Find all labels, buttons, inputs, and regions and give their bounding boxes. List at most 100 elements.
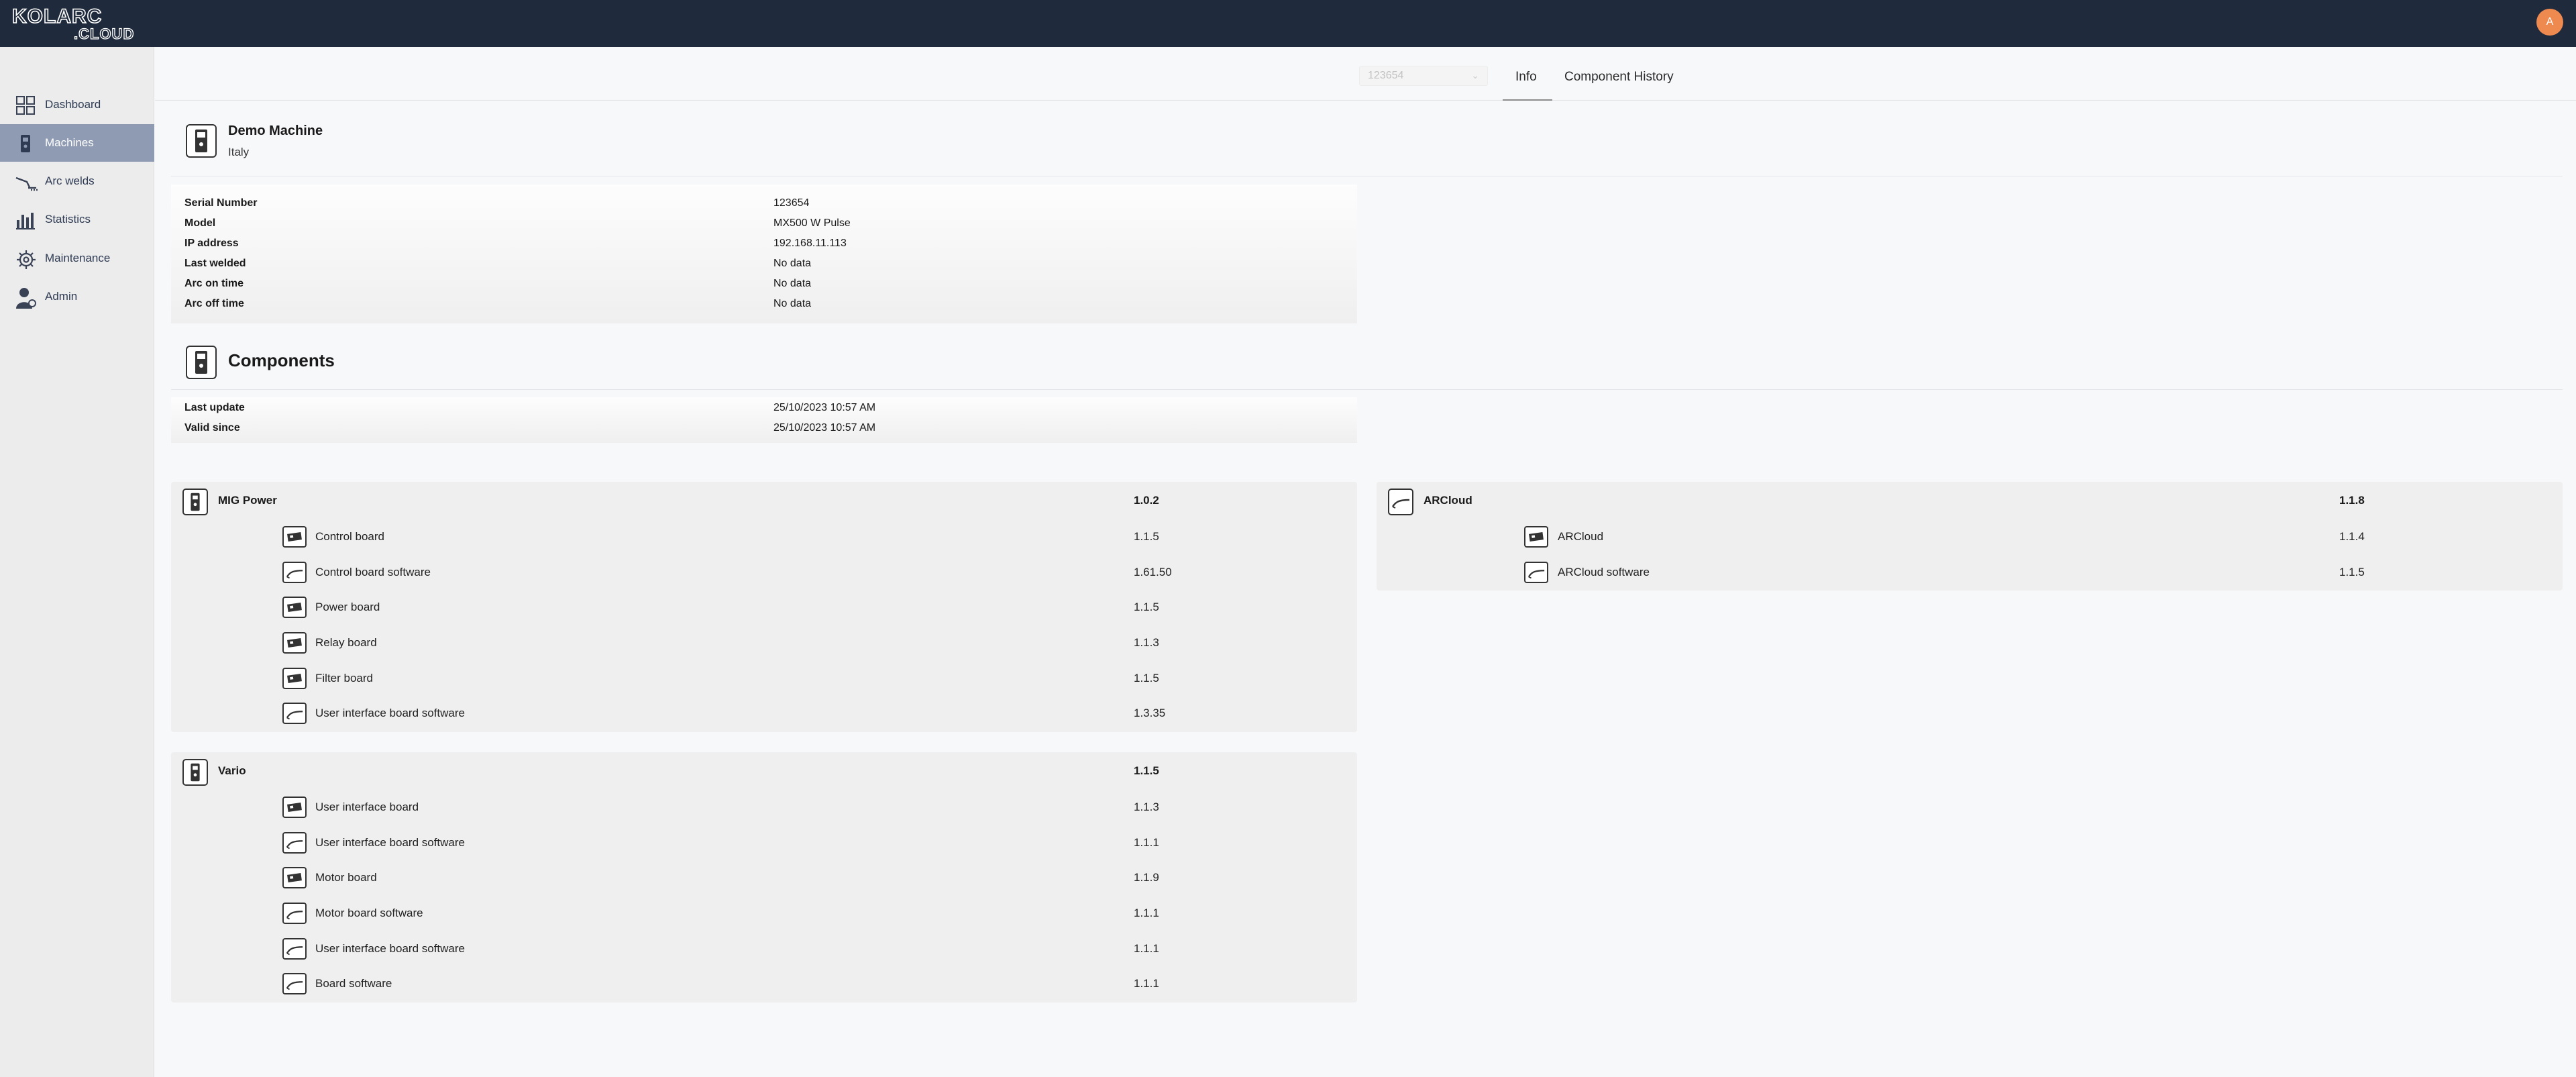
machine-country: Italy bbox=[228, 146, 250, 158]
component-row: ARCloud 1.1.4 bbox=[1377, 519, 2563, 554]
detail-row: Arc off time No data bbox=[171, 295, 1357, 315]
detail-value: 192.168.11.113 bbox=[773, 238, 847, 249]
component-version: 1.1.3 bbox=[1134, 636, 1159, 649]
active-tab-indicator bbox=[1503, 99, 1552, 101]
machine-icon bbox=[182, 759, 208, 786]
component-group-arcloud: ARCloud 1.1.8 ARCloud 1.1.4 ARCloud soft… bbox=[1377, 482, 2563, 591]
circuit-board-icon bbox=[1524, 526, 1548, 548]
meta-value: 25/10/2023 10:57 AM bbox=[773, 422, 876, 433]
component-version: 1.1.3 bbox=[1134, 801, 1159, 813]
top-bar: KOLARC .CLOUD A bbox=[0, 0, 2576, 47]
component-name: Filter board bbox=[315, 672, 373, 684]
user-admin-icon bbox=[15, 287, 36, 309]
software-icon bbox=[1388, 489, 1413, 515]
circuit-board-icon bbox=[282, 632, 307, 654]
machine-icon bbox=[182, 489, 208, 515]
component-version: 1.1.9 bbox=[1134, 871, 1159, 884]
group-header: MIG Power 1.0.2 bbox=[171, 482, 1357, 519]
sidebar-item-label: Machines bbox=[45, 136, 94, 149]
meta-value: 25/10/2023 10:57 AM bbox=[773, 402, 876, 413]
sidebar-item-machines[interactable]: Machines bbox=[0, 124, 154, 162]
component-row: Control board software 1.61.50 bbox=[171, 554, 1357, 589]
gear-wrench-icon bbox=[15, 248, 36, 270]
group-version: 1.1.8 bbox=[2339, 494, 2365, 507]
machine-icon bbox=[15, 133, 36, 154]
detail-row: Arc on time No data bbox=[171, 274, 1357, 295]
component-version: 1.1.4 bbox=[2339, 530, 2365, 543]
circuit-board-icon bbox=[282, 668, 307, 689]
component-name: Control board bbox=[315, 530, 385, 543]
sidebar-item-label: Arc welds bbox=[45, 174, 95, 187]
chevron-down-icon: ⌄ bbox=[1471, 70, 1479, 81]
component-version: 1.1.1 bbox=[1134, 907, 1159, 919]
component-row: Motor board 1.1.9 bbox=[171, 860, 1357, 894]
machine-select-value: 123654 bbox=[1368, 70, 1404, 81]
sidebar-item-arc-welds[interactable]: Arc welds bbox=[0, 162, 154, 200]
machine-name: Demo Machine bbox=[228, 123, 323, 138]
component-row: Power board 1.1.5 bbox=[171, 589, 1357, 624]
dashboard-grid-icon bbox=[15, 95, 36, 116]
tab-component-history[interactable]: Component History bbox=[1564, 70, 1674, 85]
component-row: Filter board 1.1.5 bbox=[171, 660, 1357, 695]
component-version: 1.1.1 bbox=[1134, 942, 1159, 955]
component-name: User interface board software bbox=[315, 707, 465, 719]
divider bbox=[171, 389, 2563, 390]
detail-row: Model MX500 W Pulse bbox=[171, 214, 1357, 234]
group-name: MIG Power bbox=[218, 494, 277, 507]
circuit-board-icon bbox=[282, 867, 307, 888]
detail-value: MX500 W Pulse bbox=[773, 217, 851, 229]
software-icon bbox=[282, 903, 307, 924]
group-version: 1.0.2 bbox=[1134, 494, 1159, 507]
component-row: User interface board software 1.3.35 bbox=[171, 695, 1357, 730]
detail-value: No data bbox=[773, 298, 812, 309]
component-name: ARCloud bbox=[1558, 530, 1604, 543]
component-row: User interface board 1.1.3 bbox=[171, 789, 1357, 824]
tab-info[interactable]: Info bbox=[1515, 70, 1537, 85]
component-group-mig-power: MIG Power 1.0.2 Control board 1.1.5 Cont… bbox=[171, 482, 1357, 732]
component-row: User interface board software 1.1.1 bbox=[171, 931, 1357, 966]
component-name: ARCloud software bbox=[1558, 566, 1650, 578]
component-row: Motor board software 1.1.1 bbox=[171, 895, 1357, 930]
sidebar-item-label: Admin bbox=[45, 290, 78, 303]
software-icon bbox=[1524, 562, 1548, 583]
user-avatar[interactable]: A bbox=[2536, 9, 2563, 36]
component-row: ARCloud software 1.1.5 bbox=[1377, 554, 2563, 589]
detail-label: Serial Number bbox=[184, 197, 258, 209]
components-title: Components bbox=[228, 350, 335, 370]
group-name: Vario bbox=[218, 764, 246, 777]
components-meta-card: Last update 25/10/2023 10:57 AM Valid si… bbox=[171, 397, 1357, 443]
circuit-board-icon bbox=[282, 597, 307, 618]
svg-text:KOLARC: KOLARC bbox=[12, 5, 102, 28]
kolarc-cloud-logo[interactable]: KOLARC .CLOUD bbox=[12, 5, 136, 40]
detail-value: No data bbox=[773, 258, 812, 269]
sidebar-item-label: Dashboard bbox=[45, 98, 101, 111]
component-version: 1.1.5 bbox=[1134, 530, 1159, 543]
component-row: User interface board software 1.1.1 bbox=[171, 825, 1357, 860]
component-row: Board software 1.1.1 bbox=[171, 966, 1357, 1001]
detail-row: Last welded No data bbox=[171, 254, 1357, 274]
sidebar-item-maintenance[interactable]: Maintenance bbox=[0, 240, 154, 277]
sidebar-item-statistics[interactable]: Statistics bbox=[0, 201, 154, 238]
group-header: Vario 1.1.5 bbox=[171, 752, 1357, 789]
detail-row: IP address 192.168.11.113 bbox=[171, 234, 1357, 254]
group-name: ARCloud bbox=[1424, 494, 1472, 507]
detail-row: Serial Number 123654 bbox=[171, 194, 1357, 214]
welding-torch-icon bbox=[15, 171, 38, 193]
detail-label: Arc off time bbox=[184, 298, 244, 309]
machine-select[interactable]: 123654 ⌄ bbox=[1359, 66, 1488, 86]
component-name: Control board software bbox=[315, 566, 431, 578]
detail-label: Arc on time bbox=[184, 278, 244, 289]
component-version: 1.1.5 bbox=[2339, 566, 2365, 578]
detail-label: IP address bbox=[184, 238, 239, 249]
component-name: User interface board software bbox=[315, 942, 465, 955]
software-icon bbox=[282, 832, 307, 854]
machine-details-card: Serial Number 123654 Model MX500 W Pulse… bbox=[171, 185, 1357, 323]
sidebar-item-admin[interactable]: Admin bbox=[0, 278, 154, 315]
component-name: Relay board bbox=[315, 636, 377, 649]
component-row: Relay board 1.1.3 bbox=[171, 625, 1357, 660]
sidebar-item-label: Statistics bbox=[45, 213, 91, 225]
group-header: ARCloud 1.1.8 bbox=[1377, 482, 2563, 519]
component-version: 1.1.5 bbox=[1134, 601, 1159, 613]
component-name: Power board bbox=[315, 601, 380, 613]
sidebar-item-dashboard[interactable]: Dashboard bbox=[0, 86, 154, 123]
